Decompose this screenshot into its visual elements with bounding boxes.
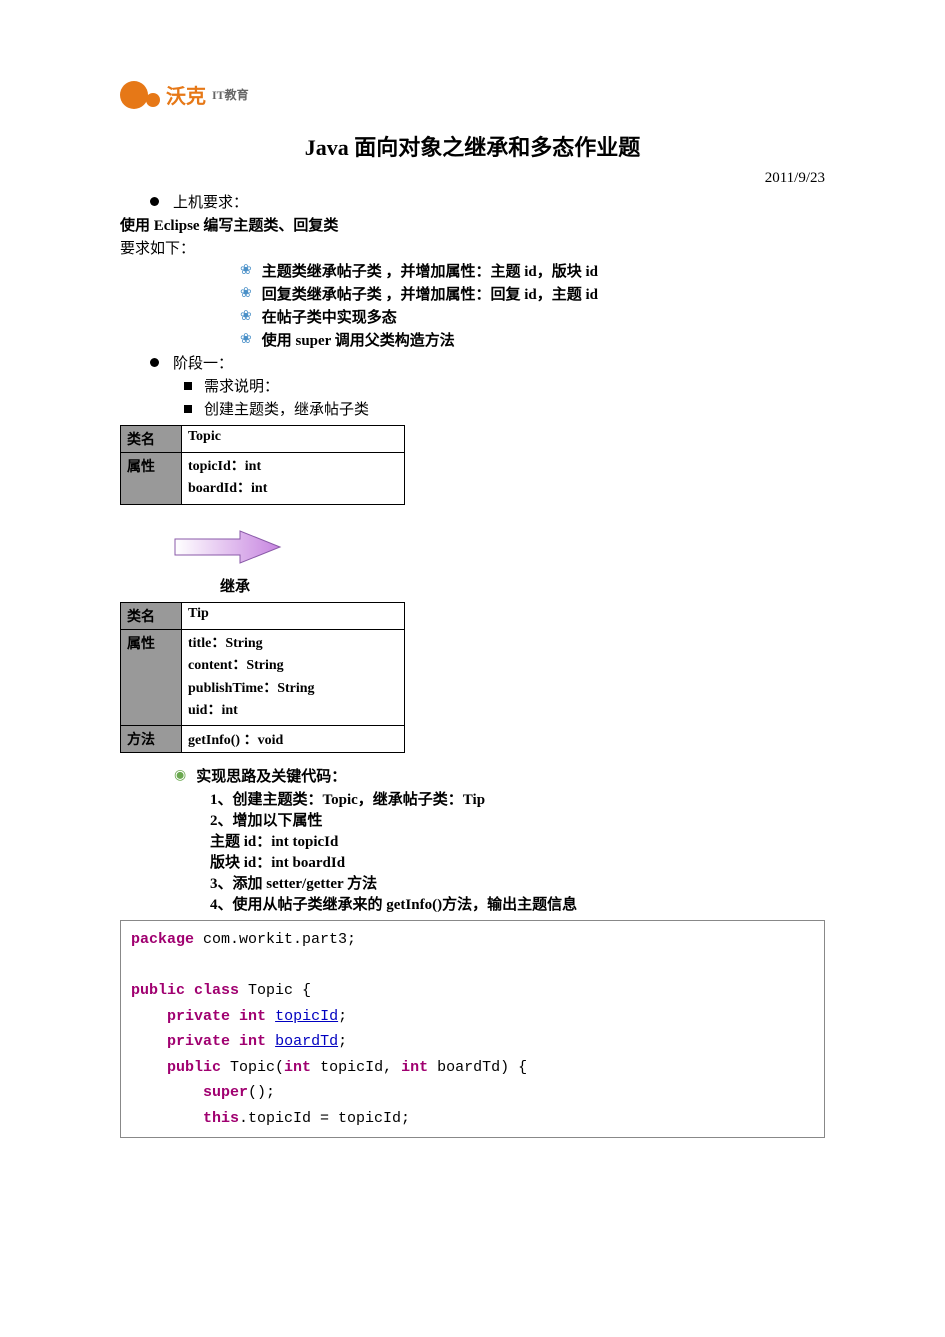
arrow-icon xyxy=(170,525,290,569)
flower-bullet-icon: ❀ xyxy=(240,308,252,325)
bullet-square-icon xyxy=(184,405,192,413)
flower-bullet-icon: ❀ xyxy=(240,262,252,279)
impl-heading-row: ◉ 实现思路及关键代码： xyxy=(120,765,825,786)
logo-circle-icon xyxy=(120,81,148,109)
table-cell: title：String content：String publishTime：… xyxy=(182,629,405,726)
impl-step: 主题 id：int topicId xyxy=(210,830,825,851)
kw-package: package xyxy=(131,931,194,948)
kw-int: int xyxy=(239,1033,266,1050)
kw-super: super xyxy=(203,1084,248,1101)
req-text: 在帖子类中实现多态 xyxy=(262,306,397,327)
req-item: ❀ 使用 super 调用父类构造方法 xyxy=(120,329,825,350)
phase-heading: 阶段一： xyxy=(173,352,233,373)
kw-int: int xyxy=(239,1008,266,1025)
requirements-heading: 上机要求： xyxy=(173,191,248,212)
phase-sub-text: 创建主题类，继承帖子类 xyxy=(204,398,369,419)
table-header: 类名 xyxy=(121,602,182,629)
req-text: 使用 super 调用父类构造方法 xyxy=(262,329,455,350)
document-date: 2011/9/23 xyxy=(120,170,825,187)
table-header: 属性 xyxy=(121,629,182,726)
code-block: package com.workit.part3; public class T… xyxy=(120,920,825,1138)
phase-sub: 创建主题类，继承帖子类 xyxy=(120,398,825,419)
table-header: 属性 xyxy=(121,453,182,505)
table-row: 属性 title：String content：String publishTi… xyxy=(121,629,405,726)
code-text: (); xyxy=(248,1084,275,1101)
table-row: 方法 getInfo() ：void xyxy=(121,726,405,753)
code-text: .topicId = topicId; xyxy=(239,1110,410,1127)
bullet-dot-icon xyxy=(150,197,159,206)
logo: 沃克 IT教育 xyxy=(120,80,249,109)
code-text: Topic { xyxy=(239,982,311,999)
kw-int: int xyxy=(284,1059,311,1076)
bullet-square-icon xyxy=(184,382,192,390)
req-text: 主题类继承帖子类 ，并增加属性：主题 id，版块 id xyxy=(262,260,598,281)
document-title: Java 面向对象之继承和多态作业题 xyxy=(120,130,825,162)
impl-step: 2、增加以下属性 xyxy=(210,809,825,830)
req-item: ❀ 在帖子类中实现多态 xyxy=(120,306,825,327)
impl-step: 3、添加 setter/getter 方法 xyxy=(210,872,825,893)
req-item: ❀ 主题类继承帖子类 ，并增加属性：主题 id，版块 id xyxy=(120,260,825,281)
phase-sub-text: 需求说明： xyxy=(204,375,279,396)
table-header: 方法 xyxy=(121,726,182,753)
section-phase: 阶段一： xyxy=(120,352,825,373)
kw-this: this xyxy=(203,1110,239,1127)
table-cell: Topic xyxy=(182,426,405,453)
table-cell: getInfo() ：void xyxy=(182,726,405,753)
kw-private: private xyxy=(167,1008,230,1025)
req-line-1: 使用 Eclipse 编写主题类、回复类 xyxy=(120,214,825,235)
flower-bullet-icon: ❀ xyxy=(240,285,252,302)
table-header: 类名 xyxy=(121,426,182,453)
code-text: boardTd) { xyxy=(428,1059,527,1076)
req-line-2: 要求如下： xyxy=(120,237,825,258)
inherit-arrow xyxy=(170,525,825,569)
logo-image: 沃克 IT教育 xyxy=(120,80,249,109)
table-cell: topicId：int boardId：int xyxy=(182,453,405,505)
field-name: topicId xyxy=(275,1008,338,1025)
kw-private: private xyxy=(167,1033,230,1050)
impl-step: 版块 id：int boardId xyxy=(210,851,825,872)
section-requirements: 上机要求： xyxy=(120,191,825,212)
req-text: 回复类继承帖子类 ，并增加属性：回复 id，主题 id xyxy=(262,283,598,304)
impl-step: 4、使用从帖子类继承来的 getInfo()方法，输出主题信息 xyxy=(210,893,825,914)
code-text: com.workit.part3; xyxy=(194,931,356,948)
table-cell: Tip xyxy=(182,602,405,629)
kw-public: public xyxy=(167,1059,221,1076)
document-page: 沃克 IT教育 Java 面向对象之继承和多态作业题 2011/9/23 上机要… xyxy=(0,0,945,1337)
logo-main-text: 沃克 xyxy=(166,80,206,109)
code-text: topicId, xyxy=(311,1059,401,1076)
class-table-topic: 类名 Topic 属性 topicId：int boardId：int xyxy=(120,425,405,505)
code-text: Topic( xyxy=(221,1059,284,1076)
table-row: 类名 Tip xyxy=(121,602,405,629)
kw-int: int xyxy=(401,1059,428,1076)
target-bullet-icon: ◉ xyxy=(174,767,186,784)
req-item: ❀ 回复类继承帖子类 ，并增加属性：回复 id，主题 id xyxy=(120,283,825,304)
impl-step: 1、创建主题类：Topic，继承帖子类：Tip xyxy=(210,788,825,809)
flower-bullet-icon: ❀ xyxy=(240,331,252,348)
kw-public: public xyxy=(131,982,185,999)
table-row: 类名 Topic xyxy=(121,426,405,453)
logo-sub-text: IT教育 xyxy=(212,86,249,103)
bullet-dot-icon xyxy=(150,358,159,367)
inherit-label: 继承 xyxy=(220,575,825,596)
field-name: boardTd xyxy=(275,1033,338,1050)
table-row: 属性 topicId：int boardId：int xyxy=(121,453,405,505)
class-table-tip: 类名 Tip 属性 title：String content：String pu… xyxy=(120,602,405,754)
logo-dot-icon xyxy=(146,93,160,107)
phase-sub: 需求说明： xyxy=(120,375,825,396)
kw-class: class xyxy=(194,982,239,999)
impl-heading: 实现思路及关键代码： xyxy=(196,765,346,786)
